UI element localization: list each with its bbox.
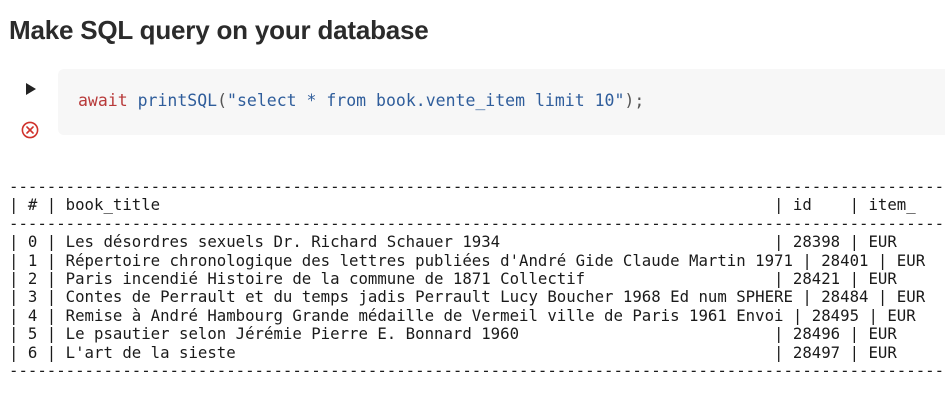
table-row: | 0 | Les désordres sexuels Dr. Richard … [9, 232, 897, 252]
code-function-name: printSQL [137, 91, 218, 110]
table-header-row: | # | book_title | id | item_ [9, 195, 916, 215]
table-separator: ----------------------------------------… [9, 360, 945, 380]
table-row: | 2 | Paris incendié Histoire de la comm… [9, 268, 897, 288]
table-separator: ----------------------------------------… [9, 178, 945, 196]
code-keyword: await [78, 91, 128, 110]
code-open-paren: ( [217, 91, 228, 110]
query-output-table: ----------------------------------------… [9, 178, 945, 380]
table-row: | 1 | Répertoire chronologique des lettr… [9, 250, 926, 270]
code-close-paren: ); [624, 91, 645, 110]
error-circle-x-icon [21, 121, 39, 139]
code-line[interactable]: await printSQL("select * from book.vente… [78, 91, 644, 110]
table-row: | 4 | Remise à André Hambourg Grande méd… [9, 305, 916, 325]
code-editor-cell[interactable]: await printSQL("select * from book.vente… [58, 69, 945, 135]
run-cell-button[interactable] [24, 81, 38, 97]
table-row: | 5 | Le psautier selon Jérémie Pierre E… [9, 324, 897, 344]
table-row: | 6 | L'art de la sieste | 28497 | EUR [9, 342, 897, 362]
table-row: | 3 | Contes de Perrault et du temps jad… [9, 287, 926, 307]
play-icon [26, 83, 36, 95]
section-heading: Make SQL query on your database [9, 15, 429, 45]
code-string-literal: "select * from book.vente_item limit 10" [227, 91, 625, 110]
table-separator: ----------------------------------------… [9, 213, 945, 233]
